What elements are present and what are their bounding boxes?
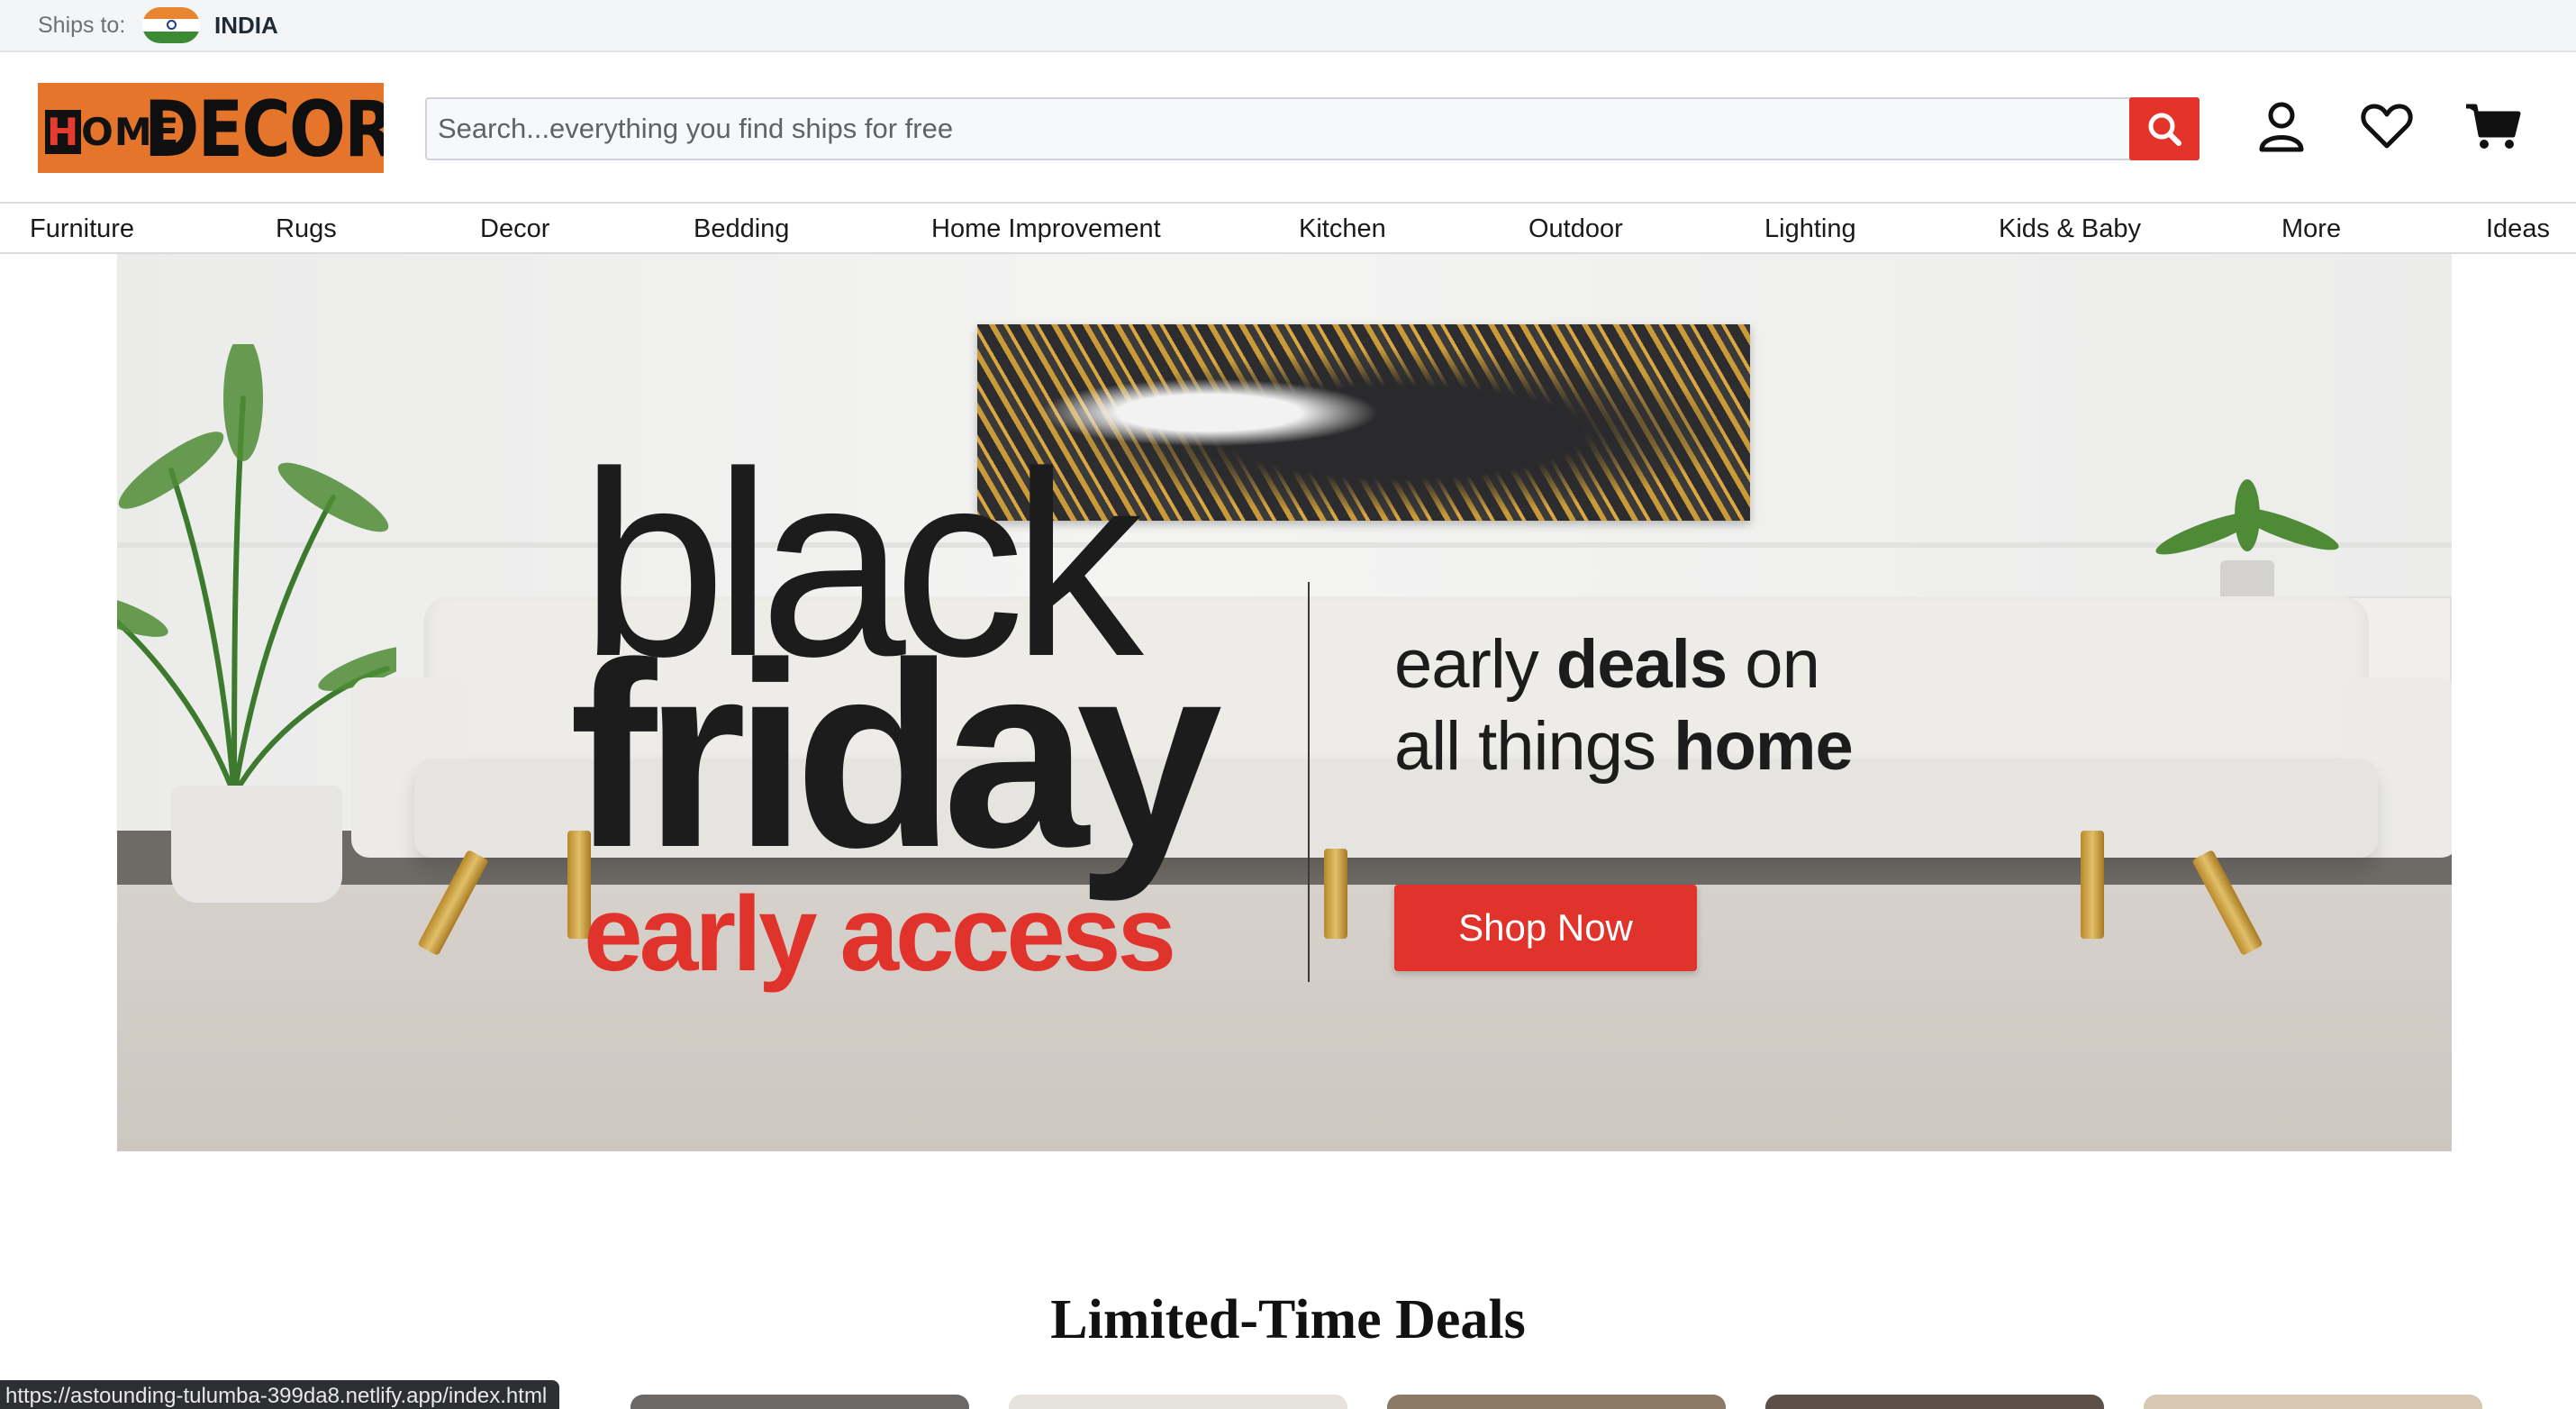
heart-icon [2361, 104, 2413, 149]
deal-card[interactable] [1009, 1395, 1347, 1409]
hero-banner[interactable]: black friday early access early deals on… [117, 254, 2452, 1151]
cart-button[interactable] [2464, 99, 2522, 158]
nav-item-ideas[interactable]: Ideas [2486, 214, 2550, 244]
deal-card[interactable] [630, 1395, 969, 1409]
logo-decor-text: DECOR [144, 85, 384, 173]
nav-item-decor[interactable]: Decor [480, 214, 549, 244]
ship-to-label: Ships to: [38, 13, 126, 38]
nav-item-kids-baby[interactable]: Kids & Baby [1999, 214, 2141, 244]
sofa-leg [2081, 831, 2104, 939]
home-decor-logo[interactable]: HOME DECOR [38, 83, 384, 173]
nav-item-bedding[interactable]: Bedding [694, 214, 789, 244]
nav-item-more[interactable]: More [2281, 214, 2341, 244]
tagline-text: early [1394, 626, 1556, 703]
ship-to-bar: Ships to: INDIA [0, 0, 2576, 52]
india-flag-icon[interactable] [142, 7, 200, 43]
search-box [425, 97, 2200, 160]
nav-item-lighting[interactable]: Lighting [1764, 214, 1856, 244]
nav-item-outdoor[interactable]: Outdoor [1528, 214, 1623, 244]
account-button[interactable] [2256, 99, 2307, 158]
nav-item-rugs[interactable]: Rugs [276, 214, 337, 244]
hero-headline-friday: friday [569, 608, 1222, 902]
hero-divider [1308, 582, 1310, 982]
search-input[interactable] [427, 99, 2198, 159]
ship-to-country[interactable]: INDIA [214, 12, 278, 40]
cart-icon [2466, 104, 2521, 149]
search-icon [2148, 113, 2181, 146]
tagline-bold: deals [1556, 626, 1728, 703]
plant-pot [171, 786, 342, 903]
user-icon [2259, 102, 2304, 152]
shop-now-button[interactable]: Shop Now [1394, 885, 1697, 971]
hero-tagline: early deals on all things home [1394, 623, 1854, 787]
section-title-deals: Limited-Time Deals [1050, 1289, 1526, 1350]
tagline-text: on [1727, 626, 1820, 703]
link-status-bar: https://astounding-tulumba-399da8.netlif… [0, 1380, 560, 1409]
small-plant-icon [2155, 479, 2339, 605]
nav-item-furniture[interactable]: Furniture [30, 214, 134, 244]
nav-item-kitchen[interactable]: Kitchen [1299, 214, 1386, 244]
deal-card[interactable] [1765, 1395, 2104, 1409]
deal-card[interactable] [1387, 1395, 1726, 1409]
tagline-text: all things [1394, 708, 1674, 786]
nav-item-home-improvement[interactable]: Home Improvement [931, 214, 1161, 244]
sofa-leg [1324, 849, 1347, 939]
tagline-bold: home [1673, 708, 1854, 786]
search-button[interactable] [2129, 97, 2200, 160]
hero-headline-early-access: early access [584, 875, 1176, 994]
site-header: HOME DECOR [0, 52, 2576, 204]
category-nav: Furniture Rugs Decor Bedding Home Improv… [0, 204, 2576, 254]
wishlist-button[interactable] [2360, 99, 2414, 158]
hero-molding [117, 542, 2452, 548]
deal-card[interactable] [2144, 1395, 2482, 1409]
